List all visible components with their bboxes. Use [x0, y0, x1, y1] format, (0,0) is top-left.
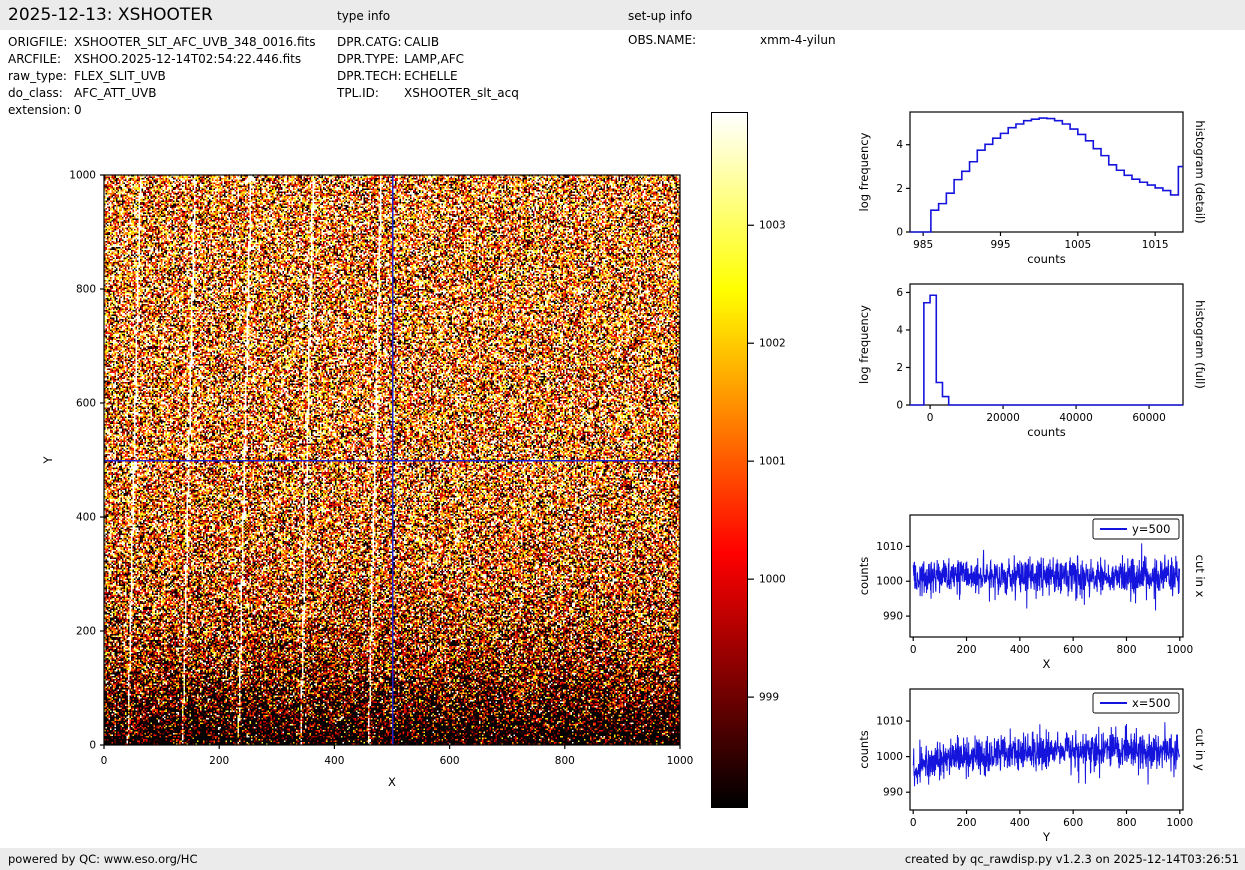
cut-in-y-right-label: cut in y: [1193, 728, 1207, 771]
cut-in-x-ylabel: counts: [857, 557, 871, 595]
histogram-detail-xtick-label: 985: [913, 239, 933, 251]
cut-in-y-ytick-label: 1010: [876, 716, 903, 728]
colorbar-tick-label: 1003: [759, 220, 786, 232]
main-ytick-label: 1000: [69, 170, 96, 182]
histogram-full-curve: [910, 295, 1183, 405]
cut-in-y-xtick-label: 400: [1010, 817, 1030, 829]
cut-in-x-xtick-label: 0: [910, 644, 917, 656]
cut-in-x-ytick-label: 1000: [876, 576, 903, 588]
histogram-detail-ytick-label: 4: [896, 139, 903, 151]
footer-powered-by: powered by QC: www.eso.org/HC: [8, 852, 197, 866]
histogram-detail-xtick-label: 1015: [1142, 239, 1169, 251]
histogram-full-xtick-label: 20000: [986, 412, 1019, 424]
histogram-detail-ylabel: log frequency: [857, 132, 871, 211]
colorbar-tick-label: 1001: [759, 456, 786, 468]
cut-in-x-ytick-label: 990: [883, 611, 903, 623]
histogram-full-xtick-label: 0: [927, 412, 934, 424]
histogram-full-ylabel: log frequency: [857, 305, 871, 384]
cut-in-x-legend: y=500: [1093, 519, 1179, 539]
cut-in-x-xtick-label: 1000: [1166, 644, 1193, 656]
cut-in-x-trace: [913, 543, 1179, 610]
histogram-full-xtick-label: 60000: [1132, 412, 1165, 424]
main-xtick-label: 400: [324, 755, 344, 767]
histogram-detail-right-label: histogram (detail): [1193, 120, 1207, 223]
main-ytick-label: 200: [76, 626, 96, 638]
cut-in-x-ytick-label: 1010: [876, 541, 903, 553]
main-ytick-label: 400: [76, 512, 96, 524]
main-ylabel: Y: [41, 456, 55, 465]
histogram-full-ytick-label: 2: [896, 362, 903, 374]
main-xtick-label: 200: [209, 755, 229, 767]
histogram-full-ytick-label: 6: [896, 287, 903, 299]
cut-in-x-xtick-label: 600: [1063, 644, 1083, 656]
cut-in-y-legend: x=500: [1093, 693, 1179, 713]
cut-in-y-xlabel: Y: [1042, 830, 1051, 844]
cut-in-y-xtick-label: 800: [1116, 817, 1136, 829]
footer-created-by: created by qc_rawdisp.py v1.2.3 on 2025-…: [905, 852, 1239, 866]
main-xtick-label: 0: [101, 755, 108, 767]
main-image-axes: 0 200 400 600 800 1000 0 200 400 600 800 1000 X Y 999 1…: [41, 170, 786, 790]
colorbar-tick-label: 1000: [759, 574, 786, 586]
cut-in-y-xtick-label: 600: [1063, 817, 1083, 829]
histogram-full-right-label: histogram (full): [1193, 300, 1207, 389]
plot-axes-overlay: 985 995 1005 1015 0 2 4 counts log frequency hist…: [0, 0, 1245, 870]
cut-in-x-xlabel: X: [1043, 657, 1051, 671]
main-ytick-label: 600: [76, 398, 96, 410]
cut-in-x-legend-label: y=500: [1132, 522, 1170, 536]
cut-in-x-right-label: cut in x: [1193, 555, 1207, 598]
cut-in-y-ylabel: counts: [857, 730, 871, 768]
cut-in-y-ytick-label: 990: [883, 787, 903, 799]
main-xtick-label: 800: [555, 755, 575, 767]
histogram-detail-ytick-label: 2: [896, 183, 903, 195]
main-xtick-label: 1000: [667, 755, 694, 767]
cut-in-y-legend-label: x=500: [1132, 696, 1170, 710]
histogram-full-xlabel: counts: [1027, 425, 1065, 439]
main-xtick-label: 600: [440, 755, 460, 767]
cut-in-x-xtick-label: 200: [956, 644, 976, 656]
histogram-detail-ytick-label: 0: [896, 227, 903, 239]
cut-in-y-trace: [913, 722, 1179, 786]
histogram-detail-xlabel: counts: [1027, 252, 1065, 266]
cut-in-x-xtick-label: 400: [1010, 644, 1030, 656]
main-xlabel: X: [388, 775, 396, 789]
colorbar-tick-label: 999: [759, 692, 779, 704]
histogram-full-ytick-label: 4: [896, 324, 903, 336]
histogram-detail-xtick-label: 1005: [1064, 239, 1091, 251]
qc-rawdisp-page: 2025-12-13: XSHOOTER type info set-up in…: [0, 0, 1245, 870]
colorbar-tick-label: 1002: [759, 338, 786, 350]
histogram-detail-xtick-label: 995: [990, 239, 1010, 251]
cut-in-y-ytick-label: 1000: [876, 751, 903, 763]
histogram-full-axes: 0 20000 40000 60000 0 2 4 6 counts log frequency h…: [857, 284, 1207, 439]
cut-in-y-xtick-label: 1000: [1166, 817, 1193, 829]
cut-in-y-xtick-label: 200: [956, 817, 976, 829]
cut-in-x-xtick-label: 800: [1116, 644, 1136, 656]
cut-in-y-xtick-label: 0: [910, 817, 917, 829]
histogram-detail-curve: [910, 118, 1183, 232]
main-ytick-label: 800: [76, 284, 96, 296]
histogram-full-xtick-label: 40000: [1059, 412, 1092, 424]
histogram-detail-axes: 985 995 1005 1015 0 2 4 counts log frequency hist…: [857, 112, 1207, 266]
main-ytick-label: 0: [89, 740, 96, 752]
histogram-full-ytick-label: 0: [896, 400, 903, 412]
